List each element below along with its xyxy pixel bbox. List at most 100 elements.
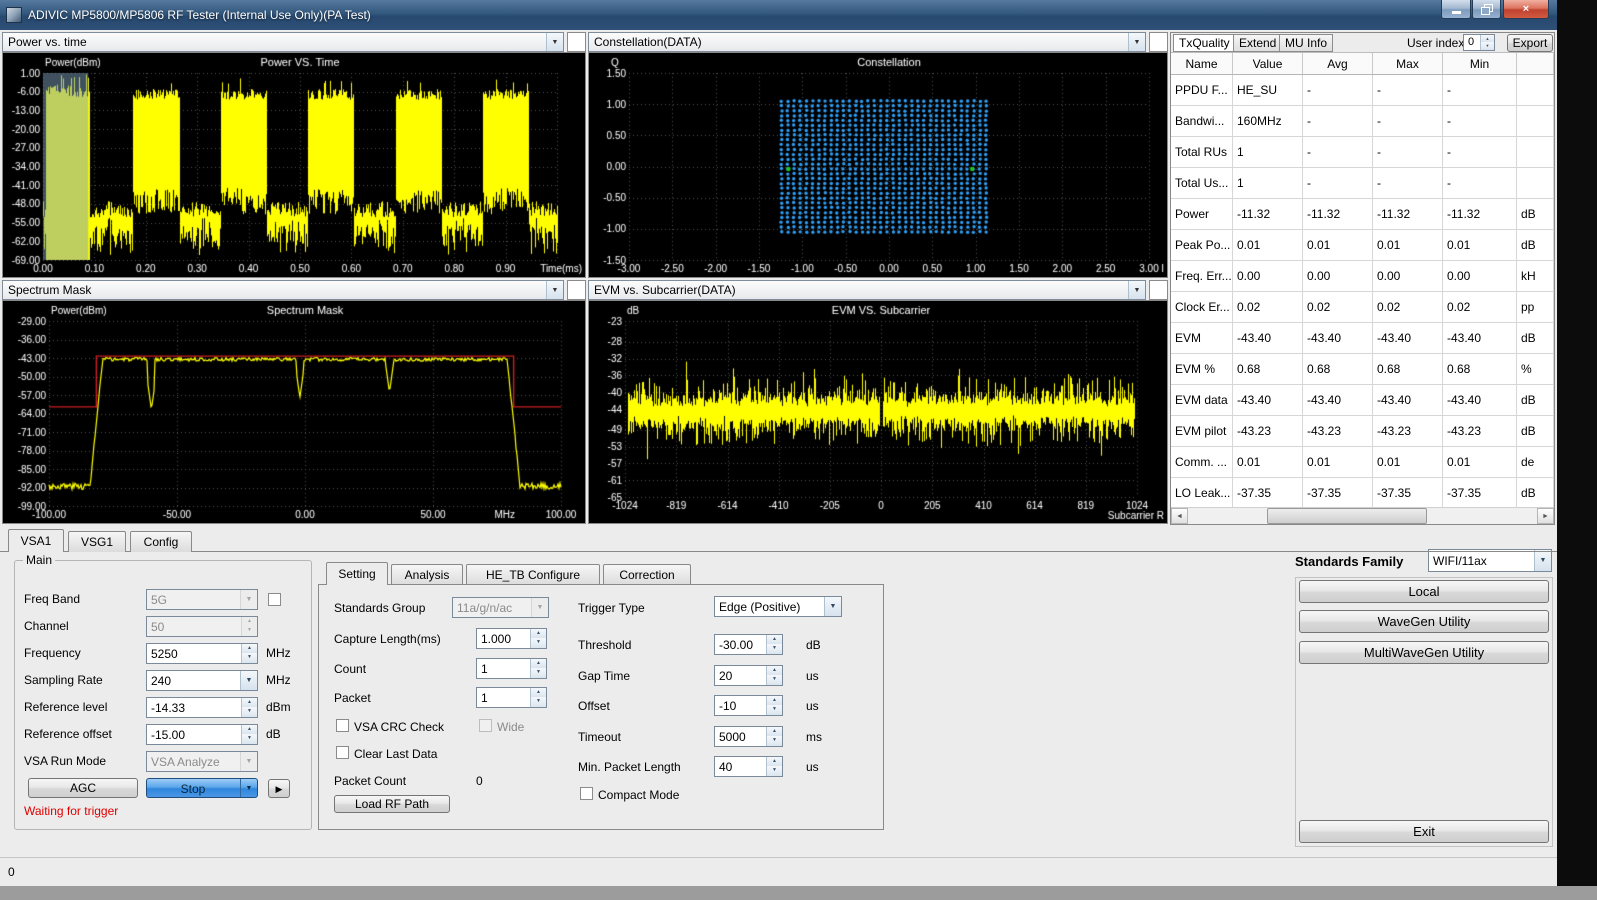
scroll-left-icon[interactable]: ◄ [1171, 508, 1188, 524]
table-cell: - [1373, 137, 1443, 167]
multiwavegen-utility-button[interactable]: MultiWaveGen Utility [1299, 641, 1549, 664]
tab-setting[interactable]: Setting [326, 562, 388, 585]
spectrum-chart-selector[interactable]: Spectrum Mask ▼ [2, 280, 564, 300]
stop-dropdown-icon[interactable]: ▼ [240, 779, 257, 797]
evm-chart-selector[interactable]: EVM vs. Subcarrier(DATA) ▼ [588, 280, 1146, 300]
column-header: Avg [1303, 53, 1373, 74]
table-cell: EVM [1171, 323, 1233, 353]
table-cell: 0.68 [1233, 354, 1303, 384]
compact-mode-label: Compact Mode [598, 788, 679, 802]
table-cell: kH [1517, 261, 1554, 291]
scroll-thumb[interactable] [1267, 508, 1427, 524]
gap-time-input[interactable]: 20 ▲ ▼ [714, 665, 783, 686]
local-button[interactable]: Local [1299, 580, 1549, 603]
agc-button[interactable]: AGC [28, 778, 138, 798]
reference-level-spin-down[interactable]: ▼ [241, 707, 257, 717]
standards-family-select[interactable]: WIFI/11ax ▼ [1428, 549, 1552, 572]
wavegen-utility-button[interactable]: WaveGen Utility [1299, 610, 1549, 633]
offset-input[interactable]: -10 ▲ ▼ [714, 695, 783, 716]
play-button[interactable]: ▶ [268, 779, 290, 798]
packet-spin-down[interactable]: ▼ [530, 697, 546, 707]
reference-offset-spin-down[interactable]: ▼ [241, 734, 257, 744]
results-hscrollbar[interactable]: ◄ ► [1171, 507, 1554, 524]
timeout-input[interactable]: 5000 ▲ ▼ [714, 726, 783, 747]
table-cell: dB [1517, 385, 1554, 415]
offset-spin-down[interactable]: ▼ [766, 705, 782, 715]
chevron-down-icon: ▼ [531, 598, 548, 617]
export-button[interactable]: Export [1507, 34, 1553, 52]
table-cell: 0.01 [1303, 447, 1373, 477]
chevron-down-icon: ▼ [546, 281, 563, 299]
user-index-spin-down[interactable]: ▼ [1480, 42, 1494, 50]
statusbar-text: 0 [8, 865, 15, 879]
tab-txquality[interactable]: TxQuality [1173, 34, 1236, 52]
tab-he-tb-configure[interactable]: HE_TB Configure [466, 564, 600, 585]
capture-length-input[interactable]: 1.000 ▲ ▼ [476, 628, 547, 649]
reference-level-input[interactable]: -14.33 ▲ ▼ [146, 697, 258, 718]
threshold-spin-down[interactable]: ▼ [766, 644, 782, 654]
table-cell: 0.01 [1373, 230, 1443, 260]
vsa-crc-check-checkbox[interactable] [336, 719, 349, 732]
table-cell: 0.00 [1233, 261, 1303, 291]
min-packet-length-input[interactable]: 40 ▲ ▼ [714, 756, 783, 777]
tab-analysis[interactable]: Analysis [391, 564, 463, 585]
sampling-rate-select[interactable]: 240 ▼ [146, 670, 258, 691]
stop-button[interactable]: Stop ▼ [146, 778, 258, 798]
table-cell: -43.40 [1233, 385, 1303, 415]
results-panel: TxQuality Extend MU Info User index 0 ▲ … [1170, 32, 1555, 525]
packet-input[interactable]: 1 ▲ ▼ [476, 687, 547, 708]
frequency-spin-down[interactable]: ▼ [241, 653, 257, 663]
close-button[interactable]: × [1503, 0, 1549, 19]
maximize-button[interactable] [1472, 0, 1501, 19]
trigger-type-label: Trigger Type [578, 601, 645, 615]
frequency-input[interactable]: 5250 ▲ ▼ [146, 643, 258, 664]
evm-chart [589, 301, 1167, 523]
scroll-right-icon[interactable]: ► [1537, 508, 1554, 524]
count-input[interactable]: 1 ▲ ▼ [476, 658, 547, 679]
min-packet-length-spin-down[interactable]: ▼ [766, 766, 782, 776]
constellation-chart-selector[interactable]: Constellation(DATA) ▼ [588, 32, 1146, 52]
minimize-button[interactable] [1441, 0, 1471, 19]
count-spin-down[interactable]: ▼ [530, 668, 546, 678]
user-index-input[interactable]: 0 ▲ ▼ [1463, 34, 1495, 51]
table-cell: - [1373, 75, 1443, 105]
vsa-run-mode-select[interactable]: VSA Analyze ▼ [146, 751, 258, 772]
tab-mu-info[interactable]: MU Info [1279, 34, 1333, 52]
freq-band-select[interactable]: 5G ▼ [146, 589, 258, 610]
reference-offset-input[interactable]: -15.00 ▲ ▼ [146, 724, 258, 745]
power-chart-popout-button[interactable] [567, 32, 586, 52]
tab-config[interactable]: Config [130, 531, 192, 552]
load-rf-path-button[interactable]: Load RF Path [334, 795, 450, 813]
constellation-chart-popout-button[interactable] [1149, 32, 1168, 52]
table-cell: 1 [1233, 137, 1303, 167]
table-cell: - [1303, 75, 1373, 105]
capture-length-spin-down[interactable]: ▼ [530, 638, 546, 648]
exit-button[interactable]: Exit [1299, 820, 1549, 843]
clear-last-data-checkbox[interactable] [336, 746, 349, 759]
standards-group-label: Standards Group [334, 601, 425, 615]
tab-correction[interactable]: Correction [603, 564, 691, 585]
min-packet-length-unit: us [806, 760, 819, 774]
table-cell: de [1517, 447, 1554, 477]
wide-checkbox[interactable] [479, 719, 492, 732]
standards-group-select[interactable]: 11a/g/n/ac ▼ [452, 597, 549, 618]
tab-vsg1[interactable]: VSG1 [68, 531, 126, 552]
timeout-spin-down[interactable]: ▼ [766, 736, 782, 746]
compact-mode-checkbox[interactable] [580, 787, 593, 800]
trigger-status-text: Waiting for trigger [24, 804, 118, 818]
freq-band-checkbox[interactable] [268, 593, 281, 606]
spectrum-chart-popout-button[interactable] [567, 280, 586, 300]
threshold-input[interactable]: -30.00 ▲ ▼ [714, 634, 783, 655]
evm-chart-popout-button[interactable] [1149, 280, 1168, 300]
tab-vsa1[interactable]: VSA1 [8, 529, 64, 552]
wide-label: Wide [497, 720, 524, 734]
channel-spin-down[interactable]: ▼ [241, 626, 257, 636]
power-chart-selector[interactable]: Power vs. time ▼ [2, 32, 564, 52]
trigger-type-select[interactable]: Edge (Positive) ▼ [714, 596, 842, 617]
table-cell: -37.35 [1443, 478, 1517, 507]
gap-time-spin-down[interactable]: ▼ [766, 675, 782, 685]
chevron-down-icon: ▼ [240, 590, 257, 609]
channel-input[interactable]: 50 ▲ ▼ [146, 616, 258, 637]
table-cell: - [1303, 168, 1373, 198]
tab-extend[interactable]: Extend [1233, 34, 1282, 52]
